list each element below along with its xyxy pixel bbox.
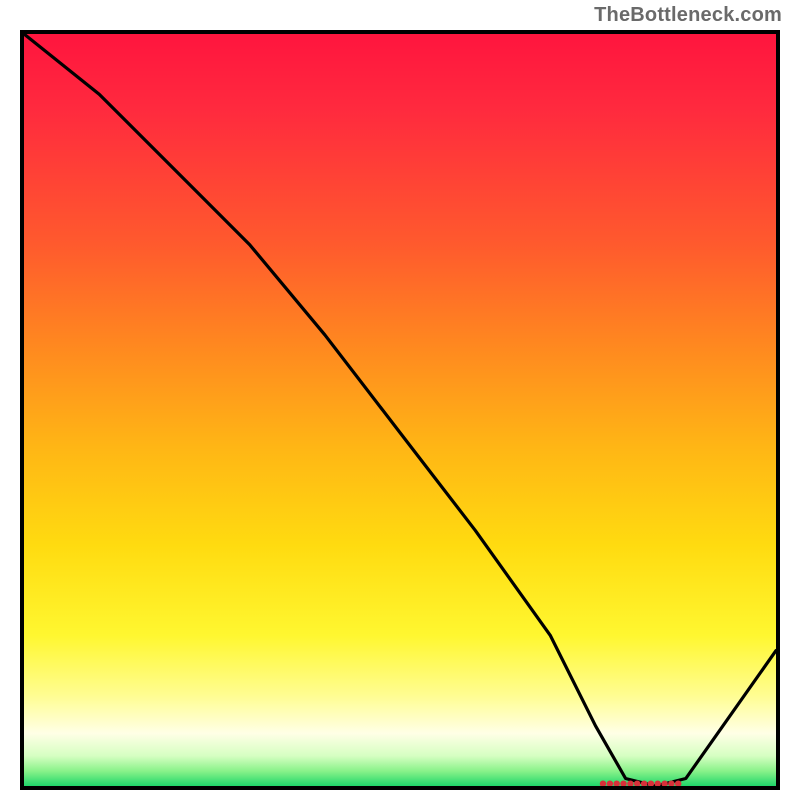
optimal-marker-dot: [661, 781, 667, 787]
watermark-text: TheBottleneck.com: [594, 4, 782, 27]
optimal-marker-dot: [655, 781, 661, 787]
optimal-marker-dot: [614, 781, 620, 787]
plot-area: [20, 30, 780, 790]
optimal-marker-dot: [620, 781, 626, 787]
optimal-marker-dot: [600, 781, 606, 787]
optimal-marker-dot: [648, 781, 654, 787]
chart-container: TheBottleneck.com: [0, 0, 800, 800]
bottleneck-curve: [24, 34, 776, 786]
optimal-marker-dot: [607, 781, 613, 787]
